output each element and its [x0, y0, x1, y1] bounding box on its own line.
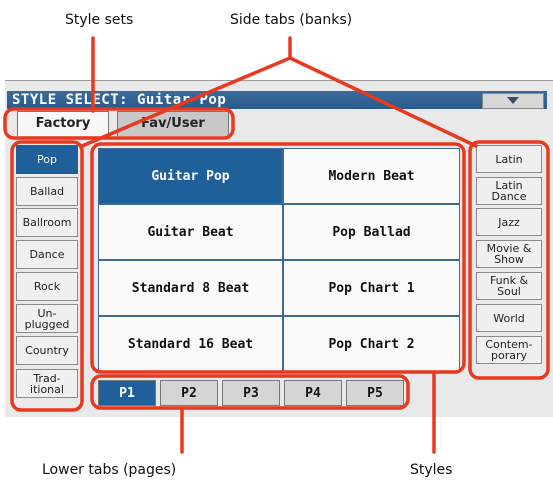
- highlight-styles: [90, 142, 466, 374]
- highlight-page-tabs: [90, 374, 410, 410]
- highlight-right-tabs: [468, 140, 550, 380]
- highlight-style-sets: [3, 107, 235, 140]
- highlight-left-tabs: [10, 140, 84, 412]
- pointer-side-tabs-left: [80, 56, 292, 148]
- pointer-side-tabs-right: [288, 56, 478, 148]
- highlight-overlay: [3, 36, 550, 454]
